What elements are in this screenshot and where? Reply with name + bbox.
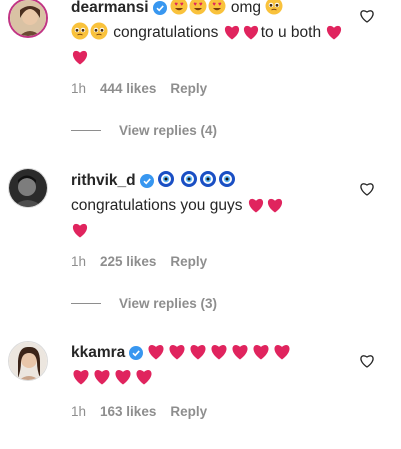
red-heart-emoji [188,343,208,367]
like-count[interactable]: 444 likes [100,81,156,96]
view-replies-button[interactable]: View replies (3) [71,296,217,311]
heart-eyes-emoji [170,0,188,22]
reply-button[interactable]: Reply [170,81,207,96]
red-heart-emoji [223,24,241,47]
comment-time: 1h [71,254,87,269]
like-heart-icon[interactable] [359,353,375,369]
like-count[interactable]: 163 likes [100,404,156,419]
comment-rithvik_d: rithvik_d congratulations you guys 1h 22… [0,160,401,311]
red-heart-emoji [134,368,154,392]
username[interactable]: dearmansi [71,0,149,16]
red-heart-emoji [247,197,265,220]
red-heart-emoji [71,368,91,392]
comment-segment: congratulations [109,24,223,41]
avatar[interactable] [8,168,48,208]
view-replies-label: View replies (4) [119,123,218,138]
view-replies-label: View replies (3) [119,296,218,311]
verified-badge-icon [139,173,154,195]
comment-text: kkamra [71,342,351,392]
username[interactable]: rithvik_d [71,172,136,189]
comment-text: dearmansi omg congratulations to u both [71,0,351,72]
comment-segment: to u both [260,24,326,41]
comment-segment: omg [226,0,266,16]
comment-meta: 1h 444 likes Reply [71,81,207,96]
red-heart-emoji [146,343,166,367]
comment-meta: 1h 163 likes Reply [71,404,207,419]
reply-button[interactable]: Reply [170,404,207,419]
view-replies-button[interactable]: View replies (4) [71,123,217,138]
pleading-face-emoji [265,0,283,22]
nazar-amulet-emoji [157,170,175,195]
reply-button[interactable]: Reply [170,254,207,269]
nazar-amulet-emoji [199,170,217,195]
red-heart-emoji [113,368,133,392]
red-heart-emoji [167,343,187,367]
comment-time: 1h [71,404,87,419]
username[interactable]: kkamra [71,344,125,361]
pleading-face-emoji [90,22,108,47]
heart-eyes-emoji [208,0,226,22]
comment-text: rithvik_d congratulations you guys [71,170,351,245]
avatar[interactable] [8,0,48,38]
like-heart-icon[interactable] [359,181,375,197]
comment-dearmansi: dearmansi omg congratulations to u both … [0,0,401,150]
red-heart-emoji [92,368,112,392]
like-heart-icon[interactable] [359,8,375,24]
red-heart-emoji [209,343,229,367]
verified-badge-icon [152,0,167,22]
like-count[interactable]: 225 likes [100,254,156,269]
red-heart-emoji [251,343,271,367]
comment-kkamra: kkamra 1h 163 likes Reply [0,330,401,440]
red-heart-emoji [266,197,284,220]
divider-line [71,130,101,131]
nazar-amulet-emoji [180,170,198,195]
comment-time: 1h [71,81,87,96]
heart-eyes-emoji [189,0,207,22]
red-heart-emoji [230,343,250,367]
red-heart-emoji [325,24,343,47]
verified-badge-icon [129,345,144,367]
comment-segment: congratulations you guys [71,197,247,214]
red-heart-emoji [71,222,89,245]
comment-meta: 1h 225 likes Reply [71,254,207,269]
nazar-amulet-emoji [218,170,236,195]
pleading-face-emoji [71,22,89,47]
red-heart-emoji [272,343,292,367]
red-heart-emoji [242,24,260,47]
avatar[interactable] [8,341,48,381]
divider-line [71,303,101,304]
red-heart-emoji [71,49,89,72]
